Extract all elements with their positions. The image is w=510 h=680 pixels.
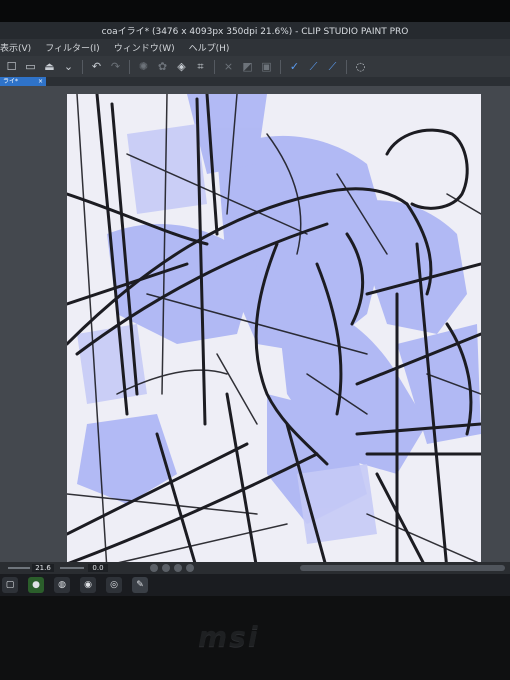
flip-icon[interactable] bbox=[174, 564, 182, 572]
fit-icon[interactable] bbox=[150, 564, 158, 572]
close-icon[interactable]: × bbox=[38, 77, 43, 86]
toolbar-divider bbox=[346, 59, 347, 74]
clear-icon[interactable]: ✺ bbox=[136, 59, 151, 74]
horizontal-scrollbar[interactable] bbox=[300, 565, 505, 571]
zoom-slider[interactable] bbox=[8, 567, 30, 569]
canvas-workspace bbox=[0, 86, 510, 570]
menu-help[interactable]: ヘルプ(H) bbox=[189, 41, 230, 54]
save-icon[interactable]: ⏏ bbox=[42, 59, 57, 74]
snap-grid-icon[interactable]: ▣ bbox=[259, 59, 274, 74]
vector-icon[interactable]: ⟋ bbox=[325, 59, 340, 74]
app-icon[interactable]: ◍ bbox=[54, 577, 70, 593]
actual-size-icon[interactable] bbox=[162, 564, 170, 572]
brand-logo: msi bbox=[198, 620, 260, 653]
new-icon[interactable]: ☐ bbox=[4, 59, 19, 74]
pen-pressure-icon[interactable]: ✓ bbox=[287, 59, 302, 74]
menu-view[interactable]: 表示(V) bbox=[0, 41, 31, 54]
transform-icon[interactable]: ◈ bbox=[174, 59, 189, 74]
undo-icon[interactable]: ↶ bbox=[89, 59, 104, 74]
sketch-artwork bbox=[67, 94, 481, 570]
monitor-bezel-top bbox=[0, 0, 510, 22]
command-bar: ☐ ▭ ⏏ ⌄ ↶ ↷ ✺ ✿ ◈ ⌗ ⨯ ◩ ▣ ✓ ⟋ ⟋ ◌ bbox=[0, 56, 510, 77]
save-menu-icon[interactable]: ⌄ bbox=[61, 59, 76, 74]
rotation-slider[interactable] bbox=[60, 567, 84, 569]
window-titlebar: coaイライ* (3476 x 4093px 350dpi 21.6%) - C… bbox=[0, 22, 510, 39]
taskbar: ▢ ● ◍ ◉ ◎ ✎ bbox=[0, 574, 510, 596]
assist-icon[interactable]: ◌ bbox=[353, 59, 368, 74]
drawing-canvas[interactable] bbox=[67, 94, 481, 570]
menu-bar: 表示(V) フィルター(I) ウィンドウ(W) ヘルプ(H) bbox=[0, 39, 510, 56]
fill-icon[interactable]: ✿ bbox=[155, 59, 170, 74]
toolbar-divider bbox=[82, 59, 83, 74]
menu-filter[interactable]: フィルター(I) bbox=[45, 41, 100, 54]
rotation-value[interactable]: 0.0 bbox=[88, 564, 108, 572]
snap-off-icon[interactable]: ⨯ bbox=[221, 59, 236, 74]
canvas-tab-bar: ライ* × bbox=[0, 77, 510, 86]
redo-icon[interactable]: ↷ bbox=[108, 59, 123, 74]
window-title: coaイライ* (3476 x 4093px 350dpi 21.6%) - C… bbox=[101, 27, 409, 37]
globe-icon[interactable]: ◎ bbox=[106, 577, 122, 593]
status-bar: 21.6 0.0 bbox=[0, 562, 510, 574]
tab-canvas[interactable]: ライ* × bbox=[0, 77, 46, 86]
toolbar-divider bbox=[214, 59, 215, 74]
menu-window[interactable]: ウィンドウ(W) bbox=[114, 41, 175, 54]
toolbar-divider bbox=[129, 59, 130, 74]
explorer-icon[interactable]: ▢ bbox=[2, 577, 18, 593]
app-screen: coaイライ* (3476 x 4093px 350dpi 21.6%) - C… bbox=[0, 22, 510, 596]
stabilizer-icon[interactable]: ⟋ bbox=[306, 59, 321, 74]
zoom-value[interactable]: 21.6 bbox=[32, 564, 54, 572]
crop-icon[interactable]: ⌗ bbox=[193, 59, 208, 74]
toolbar-divider bbox=[280, 59, 281, 74]
camera-icon[interactable]: ◉ bbox=[80, 577, 96, 593]
reset-rotation-icon[interactable] bbox=[186, 564, 194, 572]
snap-ruler-icon[interactable]: ◩ bbox=[240, 59, 255, 74]
monitor-bezel-bottom: msi bbox=[0, 596, 510, 680]
open-icon[interactable]: ▭ bbox=[23, 59, 38, 74]
chrome-icon[interactable]: ● bbox=[28, 577, 44, 593]
tab-label: ライ* bbox=[3, 78, 19, 85]
clip-studio-icon[interactable]: ✎ bbox=[132, 577, 148, 593]
